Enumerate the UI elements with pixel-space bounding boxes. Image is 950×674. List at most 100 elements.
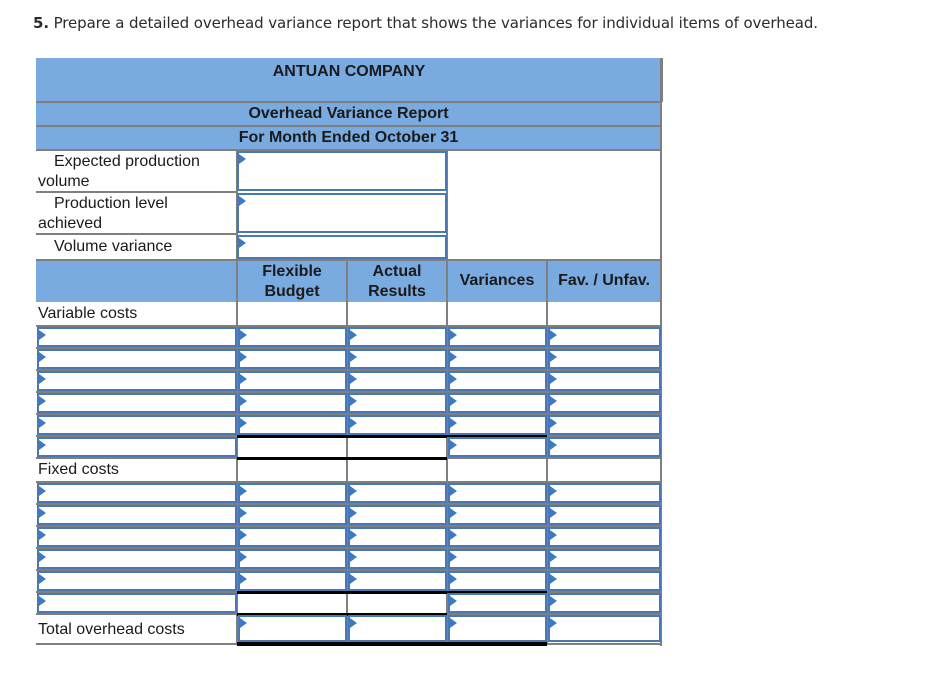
volume-variance-input[interactable] [237,235,447,259]
fixed-costs-row-2-fav-unfav-input[interactable] [548,505,661,525]
fixed-costs-row-5-actual-results-input-field[interactable] [350,573,445,589]
variable-costs-row-1-flexible-budget-input[interactable] [238,327,347,347]
variable-costs-row-5-actual-results-input[interactable] [348,415,447,435]
fixed-costs-row-4-flexible-budget-input-field[interactable] [240,551,345,567]
fixed-costs-row-5-variance-input-field[interactable] [450,573,545,589]
variable-costs-row-2-flexible-budget-input-field[interactable] [240,351,345,367]
production-level-achieved-input[interactable] [237,193,447,233]
fixed-costs-row-4-actual-results-input[interactable] [348,549,447,569]
variable-costs-row-2-fav-unfav-input[interactable] [548,349,661,369]
variable-costs-row-3-flexible-budget-input[interactable] [238,371,347,391]
fixed-costs-row-5-item-name-input[interactable] [37,571,237,591]
variable-costs-row-5-actual-results-input-field[interactable] [350,417,445,433]
variable-costs-row-5-fav-unfav-input-field[interactable] [550,417,659,433]
variable-costs-row-3-item-name-input-field[interactable] [39,373,235,389]
fixed-costs-row-3-actual-results-input[interactable] [348,527,447,547]
variable-costs-row-2-item-name-input-field[interactable] [39,351,235,367]
variable-costs-total-item-input[interactable] [37,437,237,457]
variable-costs-row-1-actual-results-input-field[interactable] [350,329,445,345]
variable-costs-total-variance-input[interactable] [448,437,547,457]
variable-costs-row-2-actual-results-input[interactable] [348,349,447,369]
fixed-costs-row-1-flexible-budget-input[interactable] [238,483,347,503]
fixed-costs-row-5-fav-unfav-input-field[interactable] [550,573,659,589]
fixed-costs-row-4-item-name-input-field[interactable] [39,551,235,567]
expected-production-volume-input[interactable] [237,151,447,191]
variable-costs-row-5-item-name-input-field[interactable] [39,417,235,433]
variable-costs-row-3-variance-input[interactable] [448,371,547,391]
variable-costs-total-variance-input-field[interactable] [450,439,545,455]
fixed-costs-row-3-flexible-budget-input[interactable] [238,527,347,547]
variable-costs-row-3-actual-results-input-field[interactable] [350,373,445,389]
fixed-costs-total-variance-input-field[interactable] [450,595,545,611]
variable-costs-row-2-item-name-input[interactable] [37,349,237,369]
variable-costs-row-1-fav-unfav-input[interactable] [548,327,661,347]
variable-costs-row-3-actual-results-input[interactable] [348,371,447,391]
variable-costs-row-4-item-name-input[interactable] [37,393,237,413]
fixed-costs-row-5-variance-input[interactable] [448,571,547,591]
variable-costs-row-3-fav-unfav-input-field[interactable] [550,373,659,389]
variable-costs-row-5-item-name-input[interactable] [37,415,237,435]
variable-costs-row-4-item-name-input-field[interactable] [39,395,235,411]
variable-costs-row-1-item-name-input[interactable] [37,327,237,347]
fixed-costs-row-3-flexible-budget-input-field[interactable] [240,529,345,545]
variable-costs-row-5-flexible-budget-input-field[interactable] [240,417,345,433]
fixed-costs-row-4-flexible-budget-input[interactable] [238,549,347,569]
fixed-costs-row-3-variance-input[interactable] [448,527,547,547]
fixed-costs-row-5-actual-results-input[interactable] [348,571,447,591]
variable-costs-total-item-input-field[interactable] [39,439,235,455]
fixed-costs-row-5-flexible-budget-input-field[interactable] [240,573,345,589]
variable-costs-row-3-fav-unfav-input[interactable] [548,371,661,391]
fixed-costs-total-fav-unfav-input-field[interactable] [550,595,659,611]
variable-costs-total-fav-unfav-input-field[interactable] [550,439,659,455]
fixed-costs-row-2-actual-results-input-field[interactable] [350,507,445,523]
variable-costs-row-2-flexible-budget-input[interactable] [238,349,347,369]
variable-costs-row-4-flexible-budget-input[interactable] [238,393,347,413]
total-overhead-fav-unfav-input-field[interactable] [550,617,659,640]
fixed-costs-row-3-item-name-input[interactable] [37,527,237,547]
fixed-costs-row-1-fav-unfav-input[interactable] [548,483,661,503]
variable-costs-total-fav-unfav-input[interactable] [548,437,661,457]
fixed-costs-row-4-variance-input-field[interactable] [450,551,545,567]
fixed-costs-total-item-input-field[interactable] [39,595,235,611]
variable-costs-row-2-fav-unfav-input-field[interactable] [550,351,659,367]
fixed-costs-row-5-fav-unfav-input[interactable] [548,571,661,591]
fixed-costs-row-4-item-name-input[interactable] [37,549,237,569]
total-overhead-actual-results-input-field[interactable] [350,617,445,640]
fixed-costs-row-2-flexible-budget-input[interactable] [238,505,347,525]
total-overhead-actual-results-input[interactable] [348,615,447,642]
variable-costs-row-1-flexible-budget-input-field[interactable] [240,329,345,345]
fixed-costs-row-3-fav-unfav-input[interactable] [548,527,661,547]
fixed-costs-row-3-actual-results-input-field[interactable] [350,529,445,545]
fixed-costs-row-1-variance-input[interactable] [448,483,547,503]
variable-costs-row-1-variance-input-field[interactable] [450,329,545,345]
total-overhead-flexible-budget-input[interactable] [238,615,347,642]
variable-costs-row-4-fav-unfav-input-field[interactable] [550,395,659,411]
variable-costs-row-5-variance-input-field[interactable] [450,417,545,433]
variable-costs-row-4-variance-input[interactable] [448,393,547,413]
variable-costs-row-2-actual-results-input-field[interactable] [350,351,445,367]
fixed-costs-row-2-fav-unfav-input-field[interactable] [550,507,659,523]
fixed-costs-row-2-flexible-budget-input-field[interactable] [240,507,345,523]
fixed-costs-row-2-item-name-input[interactable] [37,505,237,525]
fixed-costs-row-4-fav-unfav-input-field[interactable] [550,551,659,567]
variable-costs-row-3-flexible-budget-input-field[interactable] [240,373,345,389]
expected-production-volume-input-field[interactable] [239,153,445,189]
variable-costs-row-2-variance-input-field[interactable] [450,351,545,367]
fixed-costs-row-1-actual-results-input-field[interactable] [350,485,445,501]
fixed-costs-row-3-variance-input-field[interactable] [450,529,545,545]
fixed-costs-row-1-variance-input-field[interactable] [450,485,545,501]
fixed-costs-row-1-item-name-input[interactable] [37,483,237,503]
fixed-costs-row-3-fav-unfav-input-field[interactable] [550,529,659,545]
variable-costs-row-4-actual-results-input-field[interactable] [350,395,445,411]
fixed-costs-row-2-item-name-input-field[interactable] [39,507,235,523]
fixed-costs-row-1-flexible-budget-input-field[interactable] [240,485,345,501]
variable-costs-row-4-actual-results-input[interactable] [348,393,447,413]
fixed-costs-row-2-variance-input-field[interactable] [450,507,545,523]
fixed-costs-total-variance-input[interactable] [448,593,547,613]
total-overhead-variance-input[interactable] [448,615,547,642]
fixed-costs-total-item-input[interactable] [37,593,237,613]
fixed-costs-total-fav-unfav-input[interactable] [548,593,661,613]
variable-costs-row-4-fav-unfav-input[interactable] [548,393,661,413]
variable-costs-row-3-item-name-input[interactable] [37,371,237,391]
volume-variance-input-field[interactable] [239,237,445,257]
